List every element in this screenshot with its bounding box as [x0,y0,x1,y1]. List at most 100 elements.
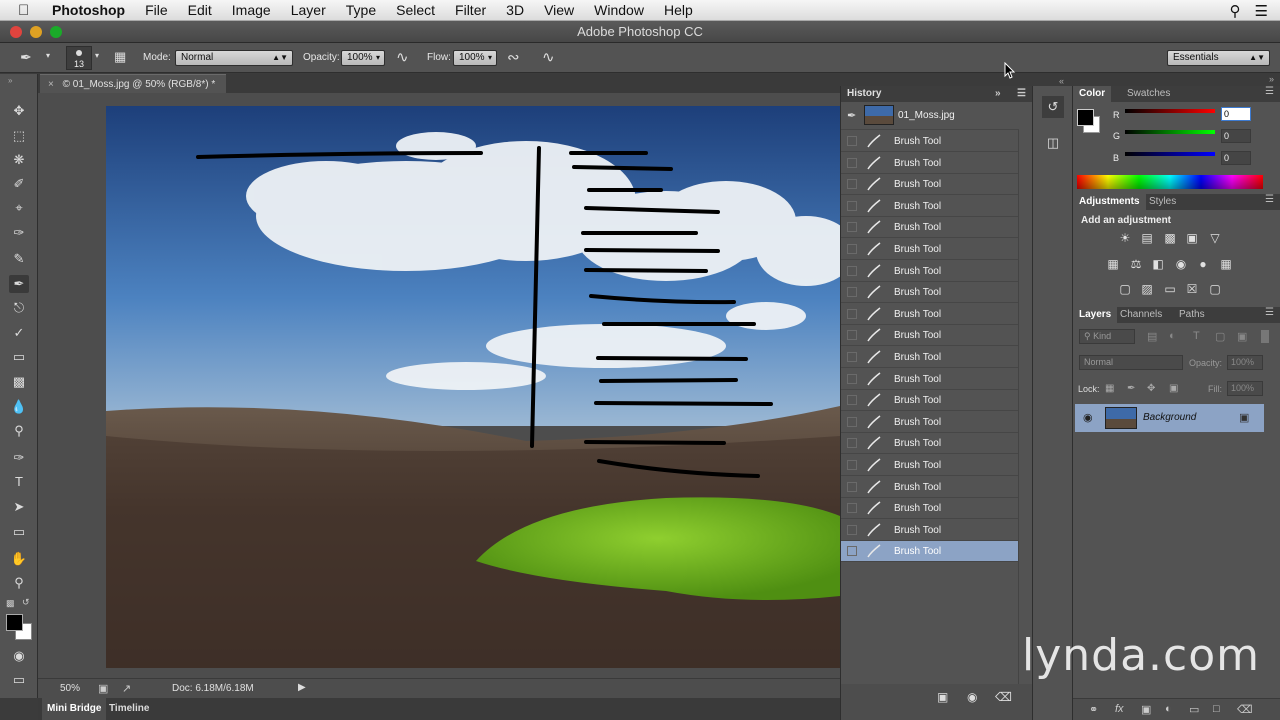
history-state-row[interactable]: Brush Tool [841,369,1019,390]
preset-picker-arrow-icon[interactable]: ▾ [46,51,50,60]
history-source-checkbox[interactable] [847,330,857,341]
hue-saturation-icon[interactable]: ▦ [1106,258,1120,270]
close-window-button[interactable] [10,26,22,38]
workspace-dropdown[interactable]: Essentials ▲▼ [1167,50,1270,66]
lock-transparent-pixels-icon[interactable]: ▦ [1105,383,1114,394]
delete-layer-icon[interactable]: ⌫ [1237,703,1253,716]
history-source-checkbox[interactable] [847,222,857,233]
panel-menu-icon[interactable]: ☰ [1265,307,1274,318]
history-panel-dock-icon[interactable]: ↺ [1042,96,1064,118]
history-panel-title[interactable]: History [847,88,881,99]
airbrush-icon[interactable]: ∾ [507,48,520,66]
color-spectrum-ramp[interactable] [1077,175,1263,189]
collapse-tools-icon[interactable]: » [8,76,12,85]
history-source-checkbox[interactable] [847,265,857,276]
history-state-row[interactable]: Brush Tool [841,520,1019,541]
lock-all-icon[interactable]: ▣ [1169,383,1178,394]
menu-image[interactable]: Image [232,2,271,18]
quick-selection-tool-icon[interactable]: ✐ [9,175,29,193]
foreground-color-swatch[interactable] [1077,109,1094,126]
history-state-row[interactable]: Brush Tool [841,304,1019,325]
menu-select[interactable]: Select [396,2,435,18]
marquee-tool-icon[interactable]: ⬚ [9,127,29,145]
collapse-panel-icon[interactable]: » [995,86,1001,102]
new-layer-icon[interactable]: □ [1213,703,1220,715]
menu-view[interactable]: View [544,2,574,18]
zoom-level[interactable]: 50% [60,683,80,694]
minimize-window-button[interactable] [30,26,42,38]
layer-fill-field[interactable]: 100% [1227,381,1263,396]
gradient-tool-icon[interactable]: ▩ [9,373,29,391]
lock-position-icon[interactable]: ✥ [1147,383,1155,394]
history-state-row[interactable]: Brush Tool [841,412,1019,433]
filter-toggle-icon[interactable] [1261,330,1269,343]
history-state-row[interactable]: Brush Tool [841,131,1019,152]
black-white-icon[interactable]: ◧ [1151,258,1165,270]
layer-row-background[interactable]: ◉ Background ▣ [1075,404,1264,432]
history-state-row[interactable]: Brush Tool [841,477,1019,498]
tab-paths[interactable]: Paths [1173,307,1211,323]
history-source-checkbox[interactable] [847,244,857,254]
pressure-size-icon[interactable]: ∿ [542,48,555,66]
add-mask-icon[interactable]: ▣ [1141,703,1151,716]
vibrance-icon[interactable]: ▽ [1208,232,1222,244]
history-source-checkbox[interactable] [847,460,857,470]
g-value-input[interactable]: 0 [1221,129,1251,143]
history-source-checkbox[interactable] [847,287,857,298]
menu-3d[interactable]: 3D [506,2,524,18]
new-document-from-state-icon[interactable]: ▣ [937,690,948,704]
flow-field[interactable]: 100% ▾ [453,50,497,66]
b-slider[interactable] [1125,152,1215,156]
rectangle-tool-icon[interactable]: ▭ [9,523,29,541]
tab-adjustments[interactable]: Adjustments [1073,194,1146,210]
default-colors-icon[interactable]: ▩ [6,598,15,609]
history-source-checkbox[interactable] [847,157,857,168]
properties-panel-dock-icon[interactable]: ◫ [1042,132,1064,154]
invert-icon[interactable]: ▢ [1118,283,1132,295]
channel-mixer-icon[interactable]: ● [1196,258,1210,270]
photo-filter-icon[interactable]: ◉ [1174,258,1188,270]
history-state-row[interactable]: Brush Tool [841,174,1019,196]
r-value-input[interactable]: 0 [1221,107,1251,121]
apple-icon[interactable]:  [18,2,36,19]
filter-adjustment-layers-icon[interactable]: ◐ [1169,330,1176,342]
screen-mode-icon[interactable]: ▭ [9,671,29,689]
expand-dock-icon[interactable]: « [1059,76,1064,86]
hand-tool-icon[interactable]: ✋ [9,550,29,568]
status-options-icon[interactable]: ▣ [98,682,108,695]
path-selection-tool-icon[interactable]: ➤ [9,498,29,516]
brush-panel-toggle-icon[interactable]: ▦ [114,49,126,65]
close-tab-icon[interactable]: × [48,79,54,90]
menu-edit[interactable]: Edit [188,2,212,18]
history-source-checkbox[interactable] [847,438,857,449]
collapse-right-panels-icon[interactable]: » [1269,74,1274,84]
trash-icon[interactable]: ⌫ [995,690,1012,704]
panel-menu-icon[interactable]: ☰ [1017,86,1026,102]
spotlight-search-icon[interactable]: ⚲ [1230,2,1241,20]
history-state-row[interactable]: Brush Tool [841,390,1019,412]
history-source-checkbox[interactable] [847,136,857,146]
brush-tool-icon[interactable]: ✒ [9,275,29,293]
lock-image-pixels-icon[interactable]: ✒ [1127,383,1135,394]
history-source-checkbox[interactable] [847,416,857,427]
history-state-row[interactable]: Brush Tool [841,325,1019,347]
notification-list-icon[interactable]: ☰ [1255,2,1268,20]
document-image[interactable] [106,106,840,668]
clone-stamp-tool-icon[interactable]: ⎋ [9,299,29,317]
lasso-tool-icon[interactable]: ❋ [9,151,29,169]
opacity-field[interactable]: 100% ▾ [341,50,385,66]
status-menu-arrow-icon[interactable]: ▶ [298,682,306,693]
b-value-input[interactable]: 0 [1221,151,1251,165]
menu-type[interactable]: Type [346,2,376,18]
layer-filter-kind-dropdown[interactable]: ⚲ Kind [1079,329,1135,344]
color-lookup-icon[interactable]: ▦ [1219,258,1233,270]
history-source-checkbox[interactable] [847,546,857,557]
crop-tool-icon[interactable]: ⌖ [9,199,29,217]
type-tool-icon[interactable]: T [9,473,29,491]
swap-colors-icon[interactable]: ↺ [22,597,30,608]
selective-color-icon[interactable]: ☒ [1185,283,1199,295]
eyedropper-tool-icon[interactable]: ✑ [9,224,29,242]
history-source-checkbox[interactable] [847,481,857,492]
brush-tool-preset-icon[interactable]: ✒ [20,49,32,66]
menu-layer[interactable]: Layer [291,2,326,18]
